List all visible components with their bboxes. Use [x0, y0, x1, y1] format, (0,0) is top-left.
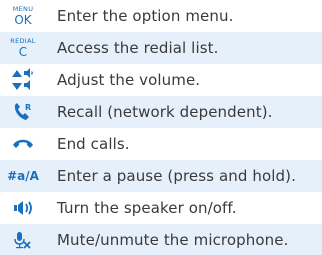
- menu-key-label: MENU: [12, 5, 34, 14]
- row-description: Enter the option menu.: [57, 7, 234, 25]
- c-key-label: C: [18, 44, 28, 59]
- row-description: Access the redial list.: [57, 39, 219, 57]
- row-description: End calls.: [57, 135, 130, 153]
- pause-key-label: #a/A: [7, 169, 39, 183]
- redial-key-label: REDIAL: [10, 37, 36, 46]
- volume-navigation-icon: [0, 64, 46, 96]
- recall-icon: R: [0, 96, 46, 128]
- row-description: Turn the speaker on/off.: [57, 199, 237, 217]
- row-description: Enter a pause (press and hold).: [57, 167, 296, 185]
- table-row: Mute/unmute the microphone.: [0, 224, 322, 255]
- table-row: Adjust the volume.: [0, 64, 322, 96]
- pause-key-icon: #a/A: [0, 160, 46, 192]
- row-description: Recall (network dependent).: [57, 103, 273, 121]
- table-row: R Recall (network dependent).: [0, 96, 322, 128]
- table-row: REDIAL C Access the redial list.: [0, 32, 322, 64]
- table-row: Turn the speaker on/off.: [0, 192, 322, 224]
- table-row: MENU OK Enter the option menu.: [0, 0, 322, 32]
- menu-ok-key-icon: MENU OK: [0, 0, 46, 32]
- ok-key-label: OK: [14, 12, 32, 27]
- redial-c-key-icon: REDIAL C: [0, 32, 46, 64]
- svg-text:R: R: [25, 103, 31, 112]
- row-description: Mute/unmute the microphone.: [57, 230, 289, 249]
- key-function-table: MENU OK Enter the option menu. REDIAL C …: [0, 0, 322, 255]
- speaker-icon: [0, 192, 46, 224]
- table-row: End calls.: [0, 128, 322, 160]
- table-row: #a/A Enter a pause (press and hold).: [0, 160, 322, 192]
- mute-microphone-icon: [0, 224, 46, 255]
- end-call-icon: [0, 128, 46, 160]
- row-description: Adjust the volume.: [57, 71, 201, 89]
